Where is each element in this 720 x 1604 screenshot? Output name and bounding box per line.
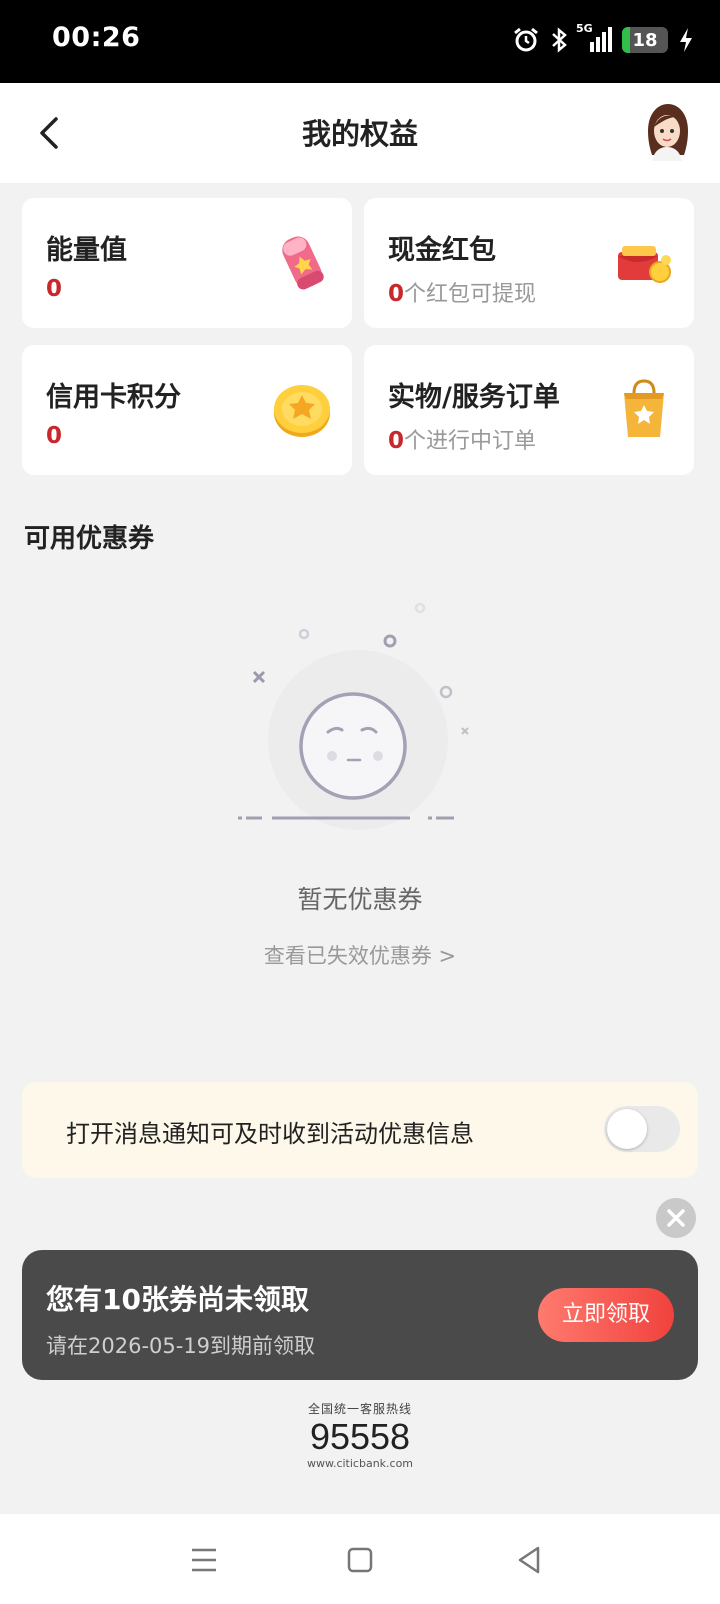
system-nav-bar (0, 1514, 720, 1604)
card-cash-redpacket[interactable]: 现金红包 0个红包可提现 (364, 198, 694, 328)
notification-text: 打开消息通知可及时收到活动优惠信息 (66, 1120, 474, 1148)
card-title: 能量值 (46, 235, 127, 266)
bluetooth-icon (552, 27, 567, 53)
card-energy[interactable]: 能量值 0 (22, 198, 352, 328)
battery-icon: 18 (622, 27, 668, 53)
menu-icon[interactable] (182, 1538, 226, 1582)
header: 我的权益 (0, 83, 720, 183)
home-icon[interactable] (338, 1538, 382, 1582)
empty-coupons-text: 暂无优惠券 (297, 885, 423, 914)
hotline-block: 全国统一客服热线 95558 www.citicbank.com (0, 1400, 720, 1470)
card-value: 0个红包可提现 (388, 281, 537, 307)
card-value: 0个进行中订单 (388, 428, 537, 454)
charging-icon (680, 28, 692, 52)
signal-icon: 5G (576, 22, 612, 54)
empty-face-icon (238, 602, 469, 830)
card-credit-points[interactable]: 信用卡积分 0 (22, 345, 352, 475)
coin-star-icon (274, 385, 330, 437)
status-bar: 00:26 5G 18 (0, 0, 720, 83)
close-banner-icon[interactable] (656, 1198, 696, 1238)
card-title: 现金红包 (388, 235, 496, 266)
notification-prompt: 打开消息通知可及时收到活动优惠信息 (22, 1082, 698, 1178)
toggle-knob (607, 1109, 647, 1149)
hotline-label: 全国统一客服热线 (307, 1402, 412, 1416)
hotline-url: www.citicbank.com (306, 1457, 414, 1470)
notification-toggle[interactable] (604, 1106, 680, 1152)
status-time: 00:26 (52, 22, 141, 53)
banner-title: 您有10张券尚未领取 (46, 1283, 309, 1316)
red-packet-icon (618, 246, 671, 283)
banner-subtitle: 请在2026-05-19到期前领取 (46, 1334, 316, 1358)
card-value: 0 (46, 423, 63, 449)
card-value: 0 (46, 276, 63, 302)
unclaimed-coupon-banner: 您有10张券尚未领取 请在2026-05-19到期前领取 立即领取 (22, 1250, 698, 1380)
card-physical-orders[interactable]: 实物/服务订单 0个进行中订单 (364, 345, 694, 475)
alarm-icon (514, 27, 538, 52)
avatar[interactable] (640, 101, 694, 161)
card-title: 实物/服务订单 (388, 382, 560, 413)
claim-now-button[interactable]: 立即领取 (538, 1288, 674, 1342)
page-title: 我的权益 (301, 117, 418, 151)
expired-coupons-link[interactable]: 查看已失效优惠券 > (0, 940, 720, 970)
card-title: 信用卡积分 (46, 382, 181, 413)
hotline-number[interactable]: 95558 (0, 1417, 720, 1457)
shopping-bag-icon (624, 379, 664, 437)
battery-level: 18 (632, 29, 658, 51)
section-title-coupons: 可用优惠券 (24, 524, 155, 554)
status-icons: 5G 18 (512, 20, 694, 60)
back-nav-icon[interactable] (508, 1538, 552, 1582)
energy-icon (282, 236, 324, 290)
